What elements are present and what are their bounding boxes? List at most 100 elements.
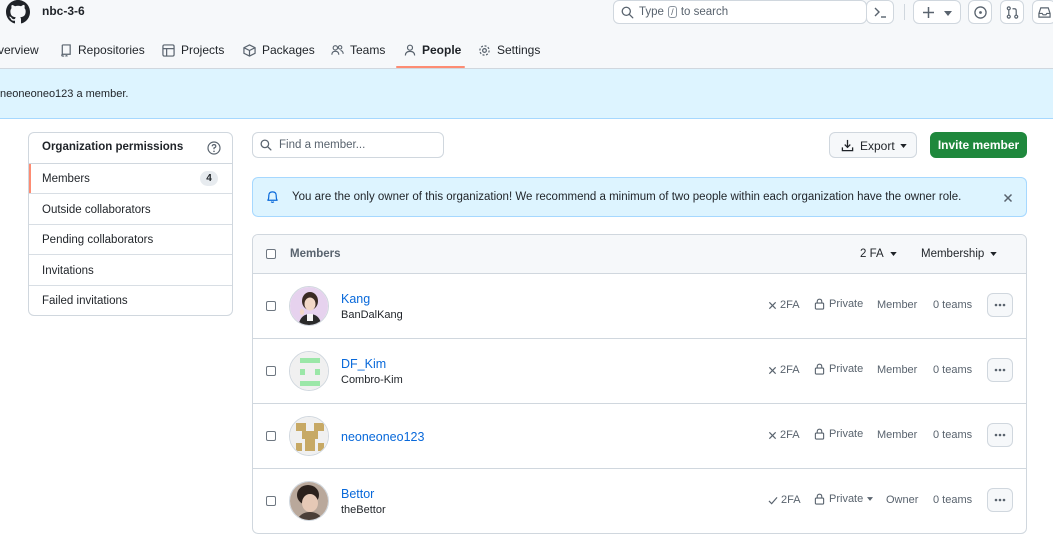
x-icon (768, 431, 777, 439)
sidebar-item-invitations[interactable]: Invitations (29, 256, 232, 286)
avatar[interactable] (289, 286, 329, 326)
header-divider (904, 4, 905, 20)
issues-button[interactable] (968, 0, 992, 24)
tab-people[interactable]: People (404, 43, 461, 57)
member-checkbox[interactable] (266, 366, 276, 376)
search-icon (260, 139, 272, 151)
member-actions-button[interactable] (987, 293, 1013, 317)
member-login: Combro-Kim (341, 374, 403, 386)
select-all-checkbox[interactable] (266, 249, 276, 259)
git-pull-request-icon (1006, 6, 1019, 19)
lock-icon (814, 428, 825, 440)
member-actions-button[interactable] (987, 423, 1013, 447)
member-name-link[interactable]: Bettor (341, 487, 374, 501)
member-teams: 0 teams (933, 364, 973, 376)
create-new-button[interactable] (913, 0, 961, 24)
sidebar-item-members[interactable]: Members 4 (29, 164, 232, 194)
search-shortcut-key: / (668, 6, 677, 18)
twofa-status: 2FA (768, 364, 800, 376)
repo-icon (61, 43, 71, 57)
lock-icon (814, 363, 825, 375)
find-member-input[interactable] (252, 132, 444, 158)
twofa-status: 2FA (768, 299, 800, 311)
close-icon[interactable] (1000, 190, 1016, 206)
caret-down-icon (990, 252, 997, 256)
sidebar-item-failed-invitations[interactable]: Failed invitations (29, 286, 232, 315)
member-row: Bettor theBettor 2FA Private Owner 0 tea… (253, 469, 1026, 533)
member-row: Kang BanDalKang 2FA Private Member 0 tea… (253, 274, 1026, 339)
person-icon (404, 44, 416, 56)
flash-message: neoneoneo123 a member. (0, 69, 1053, 119)
visibility-status: Private (814, 298, 863, 310)
membership-filter-dropdown[interactable]: Membership (921, 248, 997, 260)
member-role: Member (877, 429, 918, 441)
github-logo-icon[interactable] (5, 0, 31, 24)
member-role: Member (877, 364, 918, 376)
kebab-horizontal-icon (994, 498, 1006, 502)
download-icon (841, 139, 854, 152)
lock-icon (814, 493, 825, 505)
package-icon (243, 43, 256, 57)
member-login: BanDalKang (341, 309, 403, 321)
member-row: neoneoneo123 2FA Private Member 0 teams (253, 404, 1026, 469)
avatar[interactable] (289, 351, 329, 391)
global-search[interactable]: Type / to search (613, 0, 867, 24)
caret-down-icon (867, 497, 874, 501)
inbox-icon (1038, 7, 1051, 18)
tab-teams[interactable]: Teams (331, 43, 385, 57)
kebab-horizontal-icon (994, 303, 1006, 307)
lock-icon (814, 298, 825, 310)
members-list-header: Members 2 FA Membership (253, 235, 1026, 274)
sidebar-item-pending-collaborators[interactable]: Pending collaborators (29, 225, 232, 255)
tab-repositories[interactable]: Repositories (60, 43, 145, 57)
tab-settings[interactable]: Settings (478, 43, 540, 57)
inbox-button[interactable] (1032, 0, 1053, 24)
avatar[interactable] (289, 481, 329, 521)
member-checkbox[interactable] (266, 431, 276, 441)
avatar[interactable] (289, 416, 329, 456)
members-count-badge: 4 (200, 171, 218, 186)
member-teams: 0 teams (933, 299, 973, 311)
members-list: Members 2 FA Membership Kang BanDalKang … (252, 234, 1027, 534)
visibility-dropdown[interactable]: Private (814, 493, 874, 505)
visibility-status: Private (814, 428, 863, 440)
export-button[interactable]: Export (829, 132, 917, 158)
org-permissions-sidebar: Organization permissions Members 4 Outsi… (28, 132, 233, 316)
only-owner-notice: You are the only owner of this organizat… (252, 177, 1027, 217)
member-row: DF_Kim Combro-Kim 2FA Private Member 0 t… (253, 339, 1026, 404)
question-icon[interactable] (207, 141, 221, 155)
check-icon (768, 496, 778, 505)
member-name-link[interactable]: DF_Kim (341, 357, 386, 371)
search-placeholder: Type / to search (639, 6, 729, 18)
tab-overview[interactable]: verview (0, 43, 39, 57)
kebab-horizontal-icon (994, 368, 1006, 372)
gear-icon (479, 44, 490, 56)
x-icon (768, 301, 777, 309)
member-teams: 0 teams (933, 429, 973, 441)
member-name-link[interactable]: neoneoneo123 (341, 430, 424, 444)
plus-icon (923, 7, 934, 18)
issue-icon (974, 6, 987, 19)
twofa-filter-dropdown[interactable]: 2 FA (860, 248, 897, 260)
member-teams: 0 teams (933, 494, 973, 506)
sidebar-item-outside-collaborators[interactable]: Outside collaborators (29, 195, 232, 225)
member-login: theBettor (341, 504, 386, 516)
caret-down-icon (889, 252, 897, 256)
x-icon (768, 366, 777, 374)
member-checkbox[interactable] (266, 301, 276, 311)
tab-projects[interactable]: Projects (162, 43, 224, 57)
member-role: Owner (886, 494, 919, 506)
tab-packages[interactable]: Packages (243, 43, 315, 57)
org-name[interactable]: nbc-3-6 (42, 4, 85, 18)
pull-requests-button[interactable] (1000, 0, 1024, 24)
sidebar-heading: Organization permissions (29, 133, 232, 164)
member-actions-button[interactable] (987, 488, 1013, 512)
command-palette-button[interactable] (866, 0, 894, 24)
member-checkbox[interactable] (266, 496, 276, 506)
caret-down-icon (900, 144, 907, 148)
member-name-link[interactable]: Kang (341, 292, 370, 306)
invite-member-button[interactable]: Invite member (930, 132, 1027, 158)
member-actions-button[interactable] (987, 358, 1013, 382)
kebab-horizontal-icon (994, 433, 1006, 437)
active-tab-indicator (396, 66, 465, 68)
